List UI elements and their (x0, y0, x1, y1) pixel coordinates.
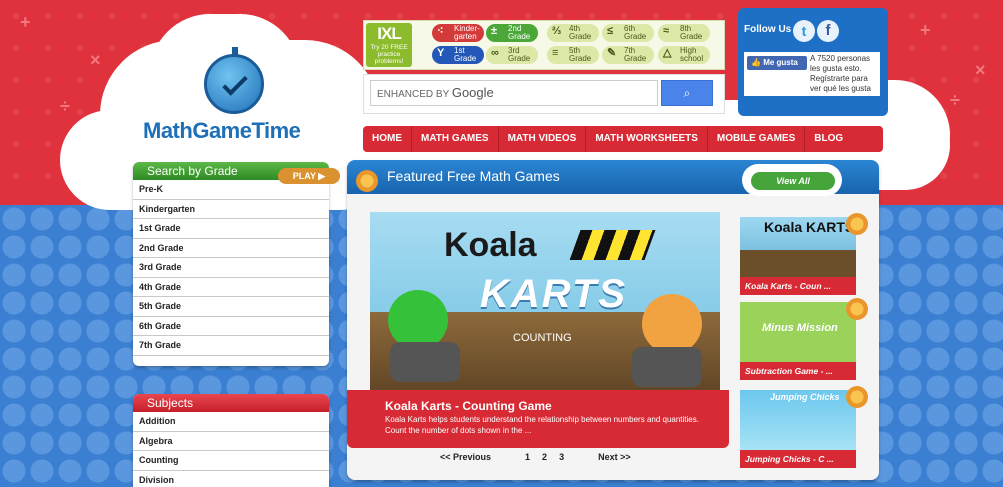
like-button[interactable]: 👍 Me gusta (747, 56, 807, 70)
clock-logo-icon[interactable] (204, 47, 264, 114)
nav-item[interactable]: MOBILE GAMES (708, 126, 806, 152)
twitter-icon[interactable]: t (793, 20, 815, 42)
checkered-flag-icon (569, 230, 656, 260)
subject-link[interactable]: Counting (133, 451, 329, 471)
fraction-icon: ⅔ (552, 25, 562, 37)
search-input[interactable]: ENHANCED BY Google (370, 80, 658, 106)
less-equal-icon: ≤ (607, 25, 614, 37)
grade-link[interactable]: 3rd Grade (133, 258, 329, 278)
plus-minus-icon: ± (491, 25, 498, 37)
thumbnail-caption[interactable]: Subtraction Game - ... (740, 362, 856, 380)
like-count-text: A 7520 personas les gusta esto. Regístra… (810, 54, 871, 93)
grade-link[interactable]: 7th Grade (133, 336, 329, 356)
green-koala-icon (388, 290, 448, 350)
nav-item[interactable]: MATH VIDEOS (499, 126, 587, 152)
stack-icon: ≡ (552, 47, 559, 59)
plus-decoration-icon: + (20, 12, 31, 32)
grade-panel: Search by Grade Pre-K Kindergarten 1st Gra… (133, 162, 329, 366)
previous-page-link[interactable]: << Previous (440, 452, 491, 462)
view-all-button[interactable]: View All (751, 172, 835, 190)
ixl-grade-pill[interactable]: △ High school (658, 46, 710, 64)
kart-icon (390, 342, 460, 382)
grade-link[interactable]: 2nd Grade (133, 239, 329, 258)
page-number-link[interactable]: 2 (542, 452, 547, 462)
grade-link[interactable]: 4th Grade (133, 278, 329, 297)
cup-icon: Y (437, 47, 445, 59)
play-button[interactable]: PLAY ▶ (278, 168, 340, 184)
infinity-icon: ∞ (491, 47, 499, 59)
featured-game-description: Koala Karts helps students understand th… (385, 415, 699, 435)
dice-icon: ⁖ (437, 25, 444, 37)
orange-koala-icon (642, 294, 702, 354)
thumbnail-caption[interactable]: Koala Karts - Coun ... (740, 277, 856, 295)
facebook-like-widget: 👍 Me gusta A 7520 personas les gusta est… (744, 52, 880, 96)
nav-item[interactable]: HOME (363, 126, 412, 152)
game-art-subtitle: COUNTING (513, 332, 572, 344)
main-nav: HOME MATH GAMES MATH VIDEOS MATH WORKSHEETS… (363, 126, 883, 152)
ixl-grade-pill[interactable]: ±2nd Grade (486, 24, 538, 42)
subject-link[interactable]: Algebra (133, 432, 329, 451)
site-search: ENHANCED BY Google ⌕ (363, 74, 725, 114)
pencil-icon: ✎ (607, 47, 617, 59)
featured-game-title[interactable]: Koala Karts - Counting Game (385, 399, 552, 413)
search-icon: ⌕ (683, 86, 691, 100)
grade-link[interactable]: Kindergarten (133, 200, 329, 219)
follow-title: Follow Us (744, 24, 792, 35)
site-logo[interactable]: MathGameTime (143, 118, 301, 144)
divide-decoration-icon: ÷ (60, 96, 70, 116)
kart-icon (632, 347, 702, 387)
ixl-grade-pill[interactable]: ∞ 3rd Grade (486, 46, 538, 64)
subject-link[interactable]: Division (133, 471, 329, 487)
page-number-link[interactable]: 1 (525, 452, 530, 462)
approx-icon: ≈ (663, 25, 670, 37)
ixl-grade-pill[interactable]: ✎ 7th Grade (602, 46, 654, 64)
game-art-karts: KARTS (480, 272, 628, 316)
ixl-grade-pill[interactable]: ≡ 5th Grade (547, 46, 599, 64)
times-decoration-icon: × (975, 60, 986, 80)
ixl-ad-banner[interactable]: IXL Try 20 FREE practice problems! ⁖ Kind… (363, 20, 725, 70)
ixl-grade-pill[interactable]: ≈8th Grade (658, 24, 710, 42)
thumbnail-caption[interactable]: Jumping Chicks - C ... (740, 450, 856, 468)
award-ribbon-icon (846, 298, 868, 320)
next-page-link[interactable]: Next >> (598, 452, 631, 462)
subjects-panel-title: Subjects (133, 394, 329, 412)
game-thumbnail[interactable]: Minus Mission Subtraction Game - ... (740, 302, 856, 380)
featured-game-image[interactable]: Koala KARTS COUNTING (370, 212, 720, 397)
grade-link[interactable]: 5th Grade (133, 297, 329, 317)
game-thumbnail[interactable]: Koala KARTS Koala Karts - Coun ... (740, 217, 856, 295)
plus-decoration-icon: + (920, 20, 931, 40)
grade-link[interactable]: 1st Grade (133, 219, 329, 239)
pagination: << Previous 1 2 3 Next >> (440, 452, 635, 462)
game-thumbnail[interactable]: Jumping Chicks Jumping Chicks - C ... (740, 390, 856, 468)
award-ribbon-icon (356, 170, 378, 192)
award-ribbon-icon (846, 213, 868, 235)
grade-link[interactable]: 6th Grade (133, 317, 329, 336)
featured-title: Featured Free Math Games (387, 168, 560, 184)
triangle-icon: △ (663, 47, 672, 59)
subject-link[interactable]: Addition (133, 412, 329, 432)
ixl-logo[interactable]: IXL Try 20 FREE practice problems! (366, 23, 412, 67)
ixl-grade-pill[interactable]: Y 1st Grade (432, 46, 484, 64)
page-number-link[interactable]: 3 (559, 452, 564, 462)
search-button[interactable]: ⌕ (661, 80, 713, 106)
ixl-grade-pill[interactable]: ⁖ Kinder-garten (432, 24, 484, 42)
times-decoration-icon: × (90, 50, 101, 70)
featured-caption[interactable]: Koala Karts - Counting Game Koala Karts … (347, 390, 729, 448)
play-icon: ▶ (318, 171, 326, 181)
nav-item[interactable]: MATH WORKSHEETS (586, 126, 708, 152)
ixl-grade-pill[interactable]: ⅔ 4th Grade (547, 24, 599, 42)
subjects-panel: Subjects Addition Algebra Counting Division (133, 394, 329, 487)
facebook-icon[interactable]: f (817, 20, 839, 42)
ixl-grade-pill[interactable]: ≤6th Grade (602, 24, 654, 42)
nav-item[interactable]: BLOG (805, 126, 852, 152)
game-art-title: Koala (444, 226, 537, 264)
divide-decoration-icon: ÷ (950, 90, 960, 110)
nav-item[interactable]: MATH GAMES (412, 126, 499, 152)
award-ribbon-icon (846, 386, 868, 408)
